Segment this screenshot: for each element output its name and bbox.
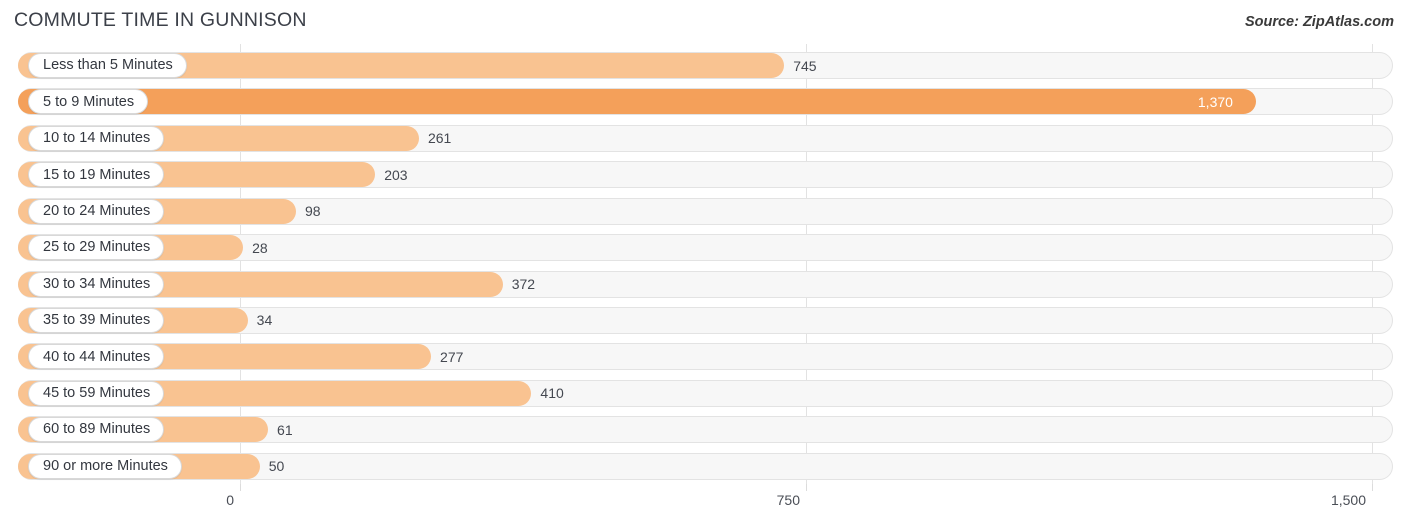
bar-category-text: 60 to 89 Minutes (43, 421, 151, 438)
bar-category-text: 90 or more Minutes (43, 457, 168, 474)
bar-row[interactable]: 90 or more Minutes 50 (0, 450, 1406, 483)
bar-value-label: 1,370 (1197, 93, 1233, 110)
page-title: COMMUTE TIME IN GUNNISON (14, 9, 307, 31)
bar-value-label: 50 (268, 458, 285, 475)
bar-row[interactable]: 60 to 89 Minutes 61 (0, 413, 1406, 446)
bar-value-label: 98 (304, 203, 321, 220)
bar-category-text: 10 to 14 Minutes (43, 130, 151, 147)
bar-row[interactable]: 45 to 59 Minutes 410 (0, 377, 1406, 410)
bar-value-label: 203 (384, 166, 408, 183)
bar-category-label: 35 to 39 Minutes (28, 307, 165, 333)
bar-category-label: 30 to 34 Minutes (28, 271, 165, 297)
x-axis: 0 750 1,500 (0, 484, 1406, 522)
bar[interactable] (18, 89, 1256, 115)
bar-value-label: 410 (540, 385, 564, 402)
bar-row[interactable]: 10 to 14 Minutes 261 (0, 122, 1406, 155)
bar-category-text: 15 to 19 Minutes (43, 166, 151, 183)
axis-tick-mark (1372, 484, 1373, 491)
bar-category-label: 60 to 89 Minutes (28, 417, 165, 443)
bar-category-text: Less than 5 Minutes (43, 57, 173, 74)
bar-value-label: 34 (256, 312, 273, 329)
bar-row[interactable]: 40 to 44 Minutes 277 (0, 340, 1406, 373)
bar-category-text: 20 to 24 Minutes (43, 202, 151, 219)
bar-value-label: 61 (277, 421, 293, 438)
chart-header: COMMUTE TIME IN GUNNISON Source: ZipAtla… (0, 0, 1406, 44)
bar-row[interactable]: 5 to 9 Minutes 1,370 (0, 85, 1406, 118)
bar-category-text: 35 to 39 Minutes (43, 312, 151, 329)
bar-category-label: 5 to 9 Minutes (28, 89, 149, 115)
bar-category-label: 20 to 24 Minutes (28, 198, 165, 224)
bar-category-text: 40 to 44 Minutes (43, 348, 151, 365)
bar-category-text: 5 to 9 Minutes (43, 93, 135, 110)
bar-value-label: 372 (511, 276, 536, 293)
bar-row[interactable]: 15 to 19 Minutes 203 (0, 158, 1406, 191)
bar-value-label: 28 (252, 239, 268, 256)
bar-category-label: 40 to 44 Minutes (28, 344, 165, 370)
bar-category-label: Less than 5 Minutes (28, 53, 187, 78)
bar-category-label: 45 to 59 Minutes (28, 380, 165, 406)
bar-value-label: 261 (427, 130, 452, 147)
axis-tick-label: 750 (776, 492, 800, 508)
bar-value-label: 745 (793, 57, 817, 74)
chart-plot-area: Less than 5 Minutes 745 5 to 9 Minutes 1,37… (0, 44, 1406, 484)
bar-row[interactable]: 30 to 34 Minutes 372 (0, 268, 1406, 301)
bar-category-label: 15 to 19 Minutes (28, 162, 165, 188)
bar-category-label: 25 to 29 Minutes (28, 235, 165, 261)
axis-tick-label: 1,500 (1330, 492, 1366, 508)
bar-category-text: 30 to 34 Minutes (43, 275, 151, 292)
bar-row[interactable]: Less than 5 Minutes 745 (0, 49, 1406, 82)
bar-category-text: 45 to 59 Minutes (43, 385, 151, 402)
bar-row[interactable]: 35 to 39 Minutes 34 (0, 304, 1406, 337)
bar-row[interactable]: 25 to 29 Minutes 28 (0, 231, 1406, 264)
source-attribution: Source: ZipAtlas.com (1244, 14, 1394, 30)
bar-category-text: 25 to 29 Minutes (43, 239, 151, 256)
bar-row[interactable]: 20 to 24 Minutes 98 (0, 195, 1406, 228)
axis-tick-label: 0 (226, 492, 234, 508)
bar-value-label: 277 (440, 348, 464, 365)
axis-tick-mark (240, 484, 241, 491)
axis-tick-mark (806, 484, 807, 491)
bar-category-label: 90 or more Minutes (28, 453, 182, 479)
bar-category-label: 10 to 14 Minutes (28, 125, 165, 151)
